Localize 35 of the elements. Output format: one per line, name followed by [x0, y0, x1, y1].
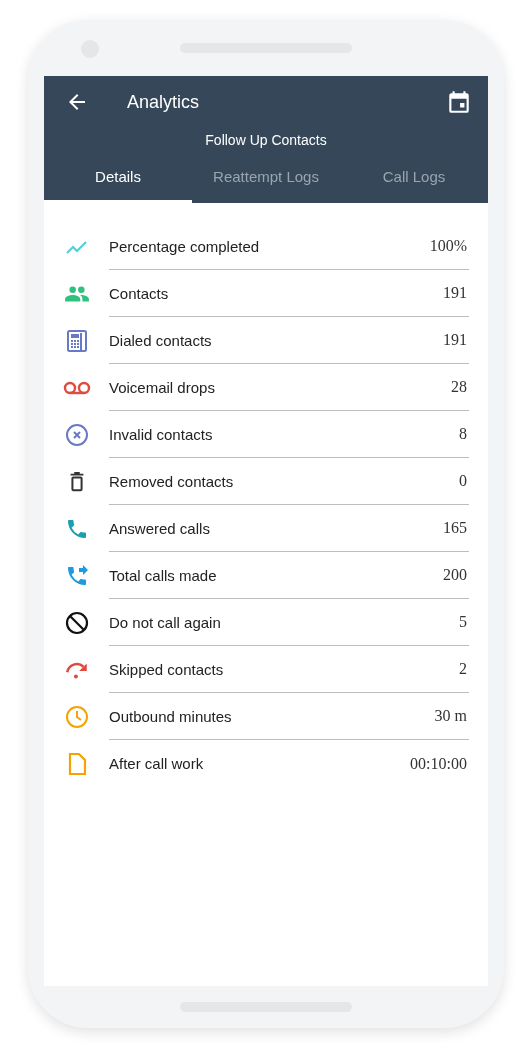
calendar-icon[interactable] [446, 89, 472, 115]
stat-value: 100% [429, 237, 468, 255]
stat-label: Invalid contacts [109, 425, 213, 443]
block-icon [64, 610, 89, 635]
stat-value: 5 [459, 613, 468, 631]
stat-value: 8 [459, 425, 468, 443]
stat-label: Percentage completed [109, 237, 260, 255]
campaign-name: Follow Up Contacts [204, 132, 328, 148]
stat-value: 0 [459, 472, 468, 490]
tab[interactable]: Details [44, 158, 192, 203]
voicemail-icon [62, 380, 91, 395]
stat-value: 191 [443, 331, 468, 349]
stat-value: 2 [459, 660, 468, 678]
stat-value: 191 [443, 284, 468, 302]
stat-value: 28 [451, 378, 468, 396]
stat-label: Voicemail drops [109, 378, 215, 396]
screen-title: Analytics [127, 91, 201, 113]
stat-label: Contacts [109, 284, 169, 302]
stat-value: 165 [443, 519, 468, 537]
stat-label: Removed contacts [109, 472, 234, 490]
calculator-icon [64, 328, 89, 353]
stat-label: Do not call again [109, 613, 221, 631]
clock-icon [64, 704, 89, 729]
stat-label: Total calls made [109, 566, 217, 584]
stat-label: Outbound minutes [109, 707, 232, 725]
tab[interactable]: Call Logs [340, 158, 488, 203]
stat-label: Answered calls [109, 519, 210, 537]
stat-label: Skipped contacts [109, 660, 224, 678]
stat-value: 30 m [434, 707, 468, 725]
stat-value: 00:10:00 [410, 754, 468, 773]
tab[interactable]: Reattempt Logs [192, 158, 340, 203]
stat-value: 200 [443, 566, 468, 584]
stat-label: Dialed contacts [109, 331, 212, 349]
stat-label: After call work [109, 755, 204, 772]
cancel-icon [64, 422, 89, 447]
